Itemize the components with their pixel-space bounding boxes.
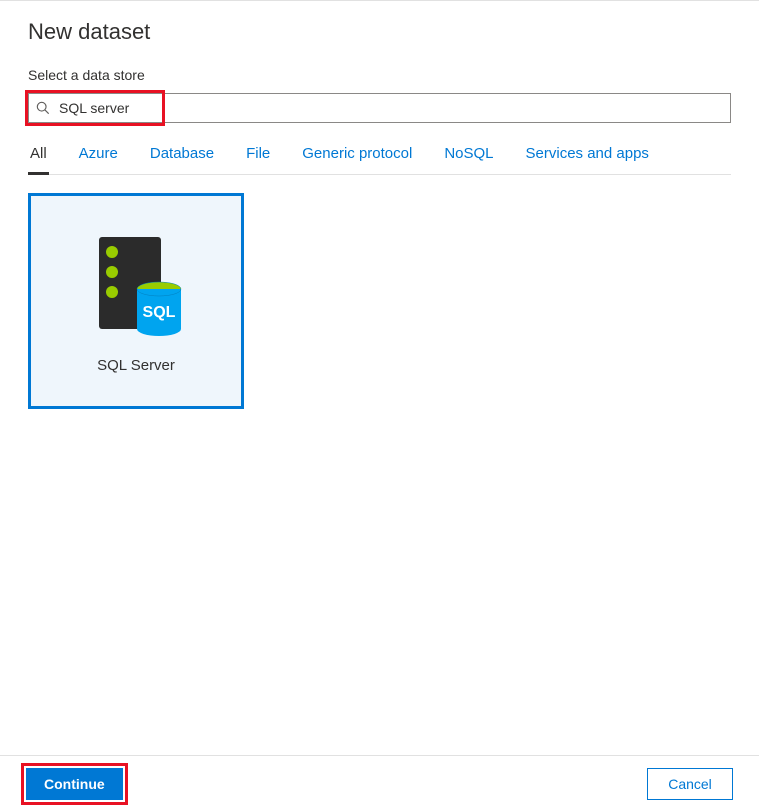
dialog-footer: Continue Cancel — [0, 755, 759, 811]
page-subtitle: Select a data store — [28, 67, 731, 83]
tab-services-apps[interactable]: Services and apps — [524, 137, 651, 175]
cancel-button[interactable]: Cancel — [647, 768, 733, 800]
tab-all[interactable]: All — [28, 137, 49, 175]
sql-server-icon: SQL — [81, 229, 191, 339]
result-card-label: SQL Server — [97, 357, 175, 374]
continue-button[interactable]: Continue — [26, 768, 123, 800]
tab-azure[interactable]: Azure — [77, 137, 120, 175]
result-card-sql-server[interactable]: SQL SQL Server — [28, 193, 244, 409]
main-content: New dataset Select a data store All Azur… — [0, 1, 759, 755]
search-input[interactable] — [28, 93, 731, 123]
results-grid: SQL SQL Server — [28, 193, 731, 409]
category-tabs: All Azure Database File Generic protocol… — [28, 137, 731, 175]
tab-generic-protocol[interactable]: Generic protocol — [300, 137, 414, 175]
page-title: New dataset — [28, 19, 731, 45]
continue-button-wrap: Continue — [26, 768, 123, 800]
tab-database[interactable]: Database — [148, 137, 216, 175]
svg-text:SQL: SQL — [143, 304, 176, 321]
search-container — [28, 93, 731, 123]
tab-file[interactable]: File — [244, 137, 272, 175]
tab-nosql[interactable]: NoSQL — [442, 137, 495, 175]
